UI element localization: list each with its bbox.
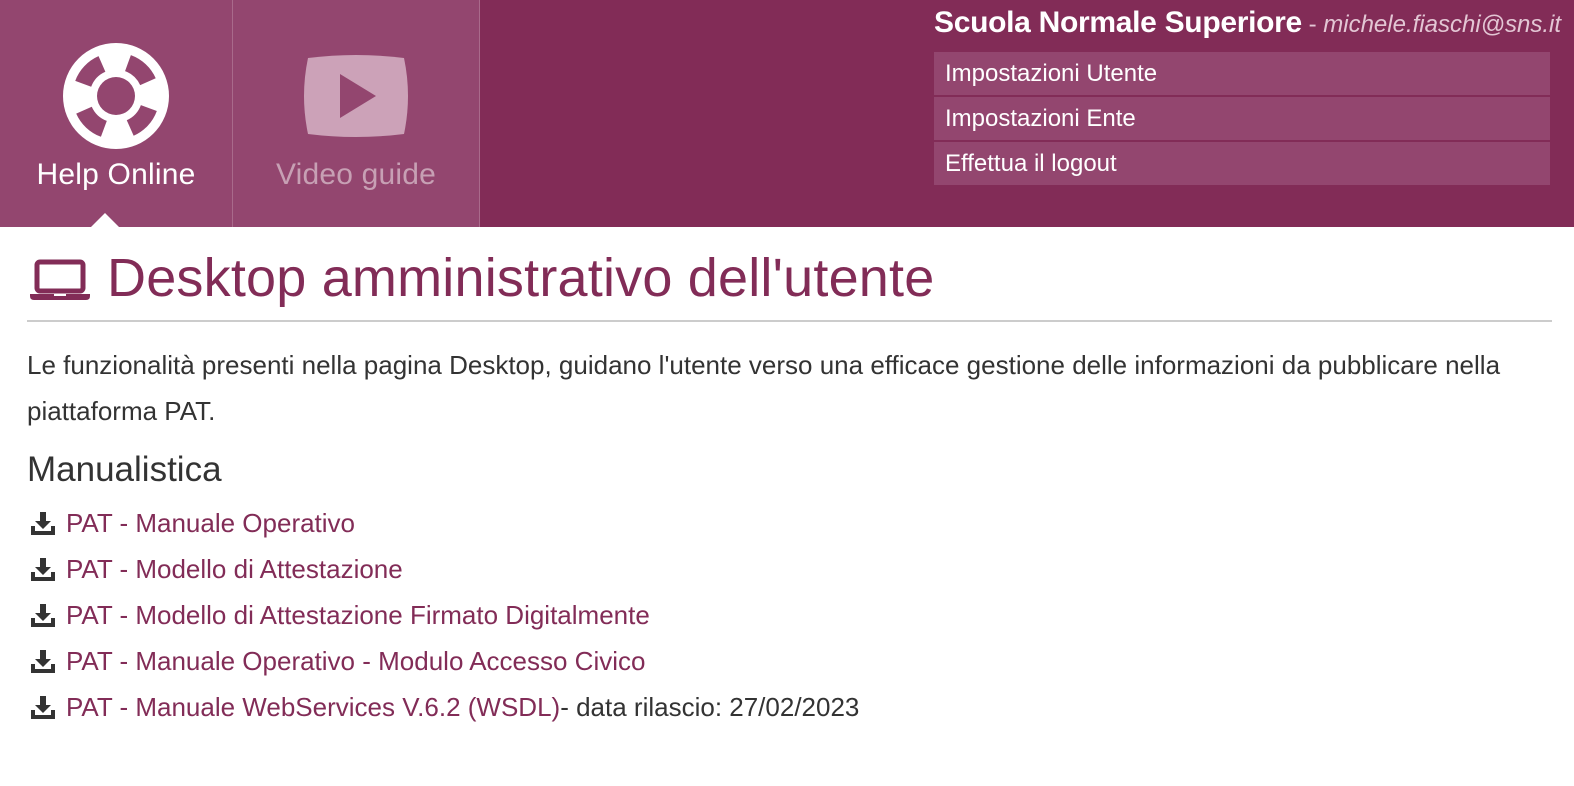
download-icon	[31, 558, 55, 581]
main-content: Desktop amministrativo dell'utente Le fu…	[27, 227, 1552, 730]
document-link-webservices[interactable]: PAT - Manuale WebServices V.6.2 (WSDL)	[66, 684, 560, 730]
active-tab-indicator	[91, 213, 119, 227]
page-title-bar: Desktop amministrativo dell'utente	[27, 227, 1552, 322]
tab-video-guide-label: Video guide	[275, 158, 437, 191]
release-date-note: - data rilascio: 27/02/2023	[560, 692, 860, 722]
download-icon	[31, 696, 55, 719]
document-link-manuale-operativo[interactable]: PAT - Manuale Operativo	[66, 500, 355, 546]
list-item: PAT - Manuale WebServices V.6.2 (WSDL) -…	[27, 684, 1552, 730]
top-header: Help Online Video guide Scuola Normale S…	[0, 0, 1574, 227]
organization-name: Scuola Normale Superiore	[934, 6, 1302, 39]
logout-link[interactable]: Effettua il logout	[934, 142, 1550, 185]
laptop-icon	[30, 259, 90, 306]
list-item: PAT - Manuale Operativo	[27, 500, 1552, 546]
user-email: michele.fiaschi@sns.it	[1323, 11, 1562, 38]
list-item: PAT - Manuale Operativo - Modulo Accesso…	[27, 638, 1552, 684]
intro-text: Le funzionalità presenti nella pagina De…	[27, 350, 1501, 426]
list-item: PAT - Modello di Attestazione Firmato Di…	[27, 592, 1552, 638]
download-icon	[31, 650, 55, 673]
list-item: PAT - Modello di Attestazione	[27, 546, 1552, 592]
lifebuoy-icon	[0, 40, 232, 152]
page-title: Desktop amministrativo dell'utente	[107, 248, 935, 308]
header-separator: -	[1301, 11, 1324, 38]
organization-settings-link[interactable]: Impostazioni Ente	[934, 97, 1550, 140]
play-video-icon	[233, 40, 479, 152]
tab-video-guide[interactable]: Video guide	[233, 0, 479, 227]
document-link-modello-firmato[interactable]: PAT - Modello di Attestazione Firmato Di…	[66, 592, 650, 638]
tab-help-online-label: Help Online	[36, 158, 196, 191]
document-link-accesso-civico[interactable]: PAT - Manuale Operativo - Modulo Accesso…	[66, 638, 645, 684]
download-icon	[31, 604, 55, 627]
user-settings-link[interactable]: Impostazioni Utente	[934, 52, 1550, 95]
organization-header: Scuola Normale Superiore - michele.fiasc…	[934, 6, 1561, 40]
section-title-manualistica: Manualistica	[27, 450, 222, 489]
document-link-modello-attestazione[interactable]: PAT - Modello di Attestazione	[66, 546, 403, 592]
tab-divider	[479, 0, 480, 227]
download-icon	[31, 512, 55, 535]
user-menu: Impostazioni Utente Impostazioni Ente Ef…	[934, 52, 1550, 187]
tab-help-online[interactable]: Help Online	[0, 0, 232, 227]
documents-list: PAT - Manuale Operativo PAT - Modello di…	[27, 500, 1552, 730]
